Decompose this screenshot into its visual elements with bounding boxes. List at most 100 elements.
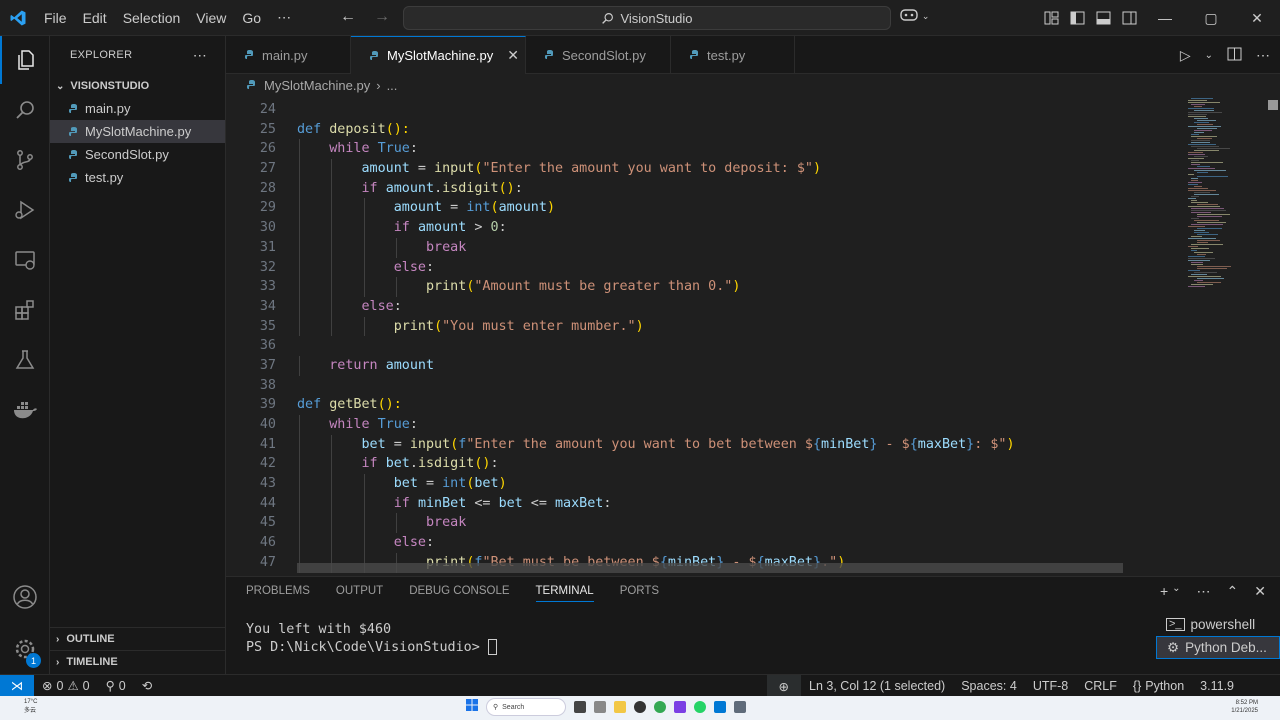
language-mode[interactable]: {} Python [1125,679,1192,693]
maximize-panel-icon[interactable]: ⌃ [1227,583,1239,600]
manage-gear-icon[interactable]: 1 [0,625,50,673]
close-window-button[interactable]: ✕ [1234,0,1280,36]
minimize-button[interactable]: — [1142,0,1188,36]
timeline-section[interactable]: › TIMELINE [50,650,226,673]
run-python-file-icon[interactable]: ▷ [1180,47,1191,64]
code-line[interactable]: break [297,513,1015,534]
indentation[interactable]: Spaces: 4 [953,679,1025,693]
code-line[interactable]: if minBet <= bet <= maxBet: [297,493,1015,514]
minimap[interactable] [1186,96,1266,576]
taskbar-search[interactable]: ⚲ Search [486,698,566,716]
menu-edit[interactable]: Edit [75,10,115,26]
code-line[interactable] [297,336,1015,356]
terminal-output[interactable]: You left with $460 PS D:\Nick\Code\Visio… [246,621,497,657]
search-icon[interactable] [0,86,50,134]
extensions-icon[interactable] [0,286,50,334]
code-line[interactable] [297,100,1015,120]
testing-icon[interactable] [0,336,50,384]
file-item[interactable]: MySlotMachine.py [50,120,225,143]
remote-indicator-icon[interactable]: ⋊ [0,674,34,697]
customize-layout-icon[interactable] [1038,11,1064,25]
code-editor[interactable]: 24 25 26 27 28 29 30 31 32 33 34 35 36 37 38 39 40 41 42 43… [226,96,1186,576]
toggle-sidebar-icon[interactable] [1064,11,1090,25]
code-line[interactable]: if amount.isdigit(): [297,178,1015,199]
code-line[interactable]: def getBet(): [297,395,1015,415]
horizontal-scrollbar[interactable] [297,563,1123,573]
end-of-line[interactable]: CRLF [1076,679,1125,693]
code-line[interactable]: bet = input(f"Enter the amount you want … [297,434,1015,455]
docker-icon[interactable] [0,386,50,434]
code-line[interactable]: while True: [297,415,1015,435]
code-line[interactable] [297,376,1015,396]
zoom-icon[interactable]: ⊕ [766,675,802,697]
code-line[interactable]: amount = input("Enter the amount you wan… [297,159,1015,179]
terminal-powershell[interactable]: >_ powershell [1156,613,1280,636]
close-tab-icon[interactable]: ✕ [507,47,519,64]
ports-status[interactable]: ⚲ 0 [98,678,134,694]
file-explorer-icon[interactable] [614,701,626,713]
code-lines[interactable]: def deposit(): while True: amount = inpu… [297,100,1015,573]
breadcrumb-symbol[interactable]: ... [387,78,398,93]
python-interpreter[interactable]: 3.11.9 [1192,679,1280,693]
code-line[interactable]: return amount [297,355,1015,376]
app-icon[interactable] [674,701,686,713]
tab-main-py[interactable]: main.py [226,36,351,74]
panel-tab-debug-console[interactable]: DEBUG CONSOLE [409,585,509,602]
menu-go[interactable]: Go [234,10,269,26]
vscode-taskbar-icon[interactable] [714,701,726,713]
code-line[interactable]: def deposit(): [297,120,1015,140]
system-clock[interactable]: 8:52 PM 1/21/2025 [1231,699,1258,715]
new-terminal-icon[interactable]: + [1160,583,1168,600]
problems-status[interactable]: ⊗ 0 ⚠ 0 [34,678,98,694]
code-line[interactable]: if amount > 0: [297,218,1015,238]
file-item[interactable]: main.py [50,97,225,120]
split-editor-icon[interactable] [1227,47,1242,64]
more-actions-icon[interactable]: ⋯ [193,47,207,64]
code-line[interactable]: break [297,237,1015,258]
app-icon[interactable] [734,701,746,713]
toggle-panel-icon[interactable] [1090,11,1116,25]
code-line[interactable]: print("Amount must be greater than 0.") [297,277,1015,297]
whatsapp-app-icon[interactable] [694,701,706,713]
remote-explorer-icon[interactable] [0,236,50,284]
code-line[interactable]: if bet.isdigit(): [297,454,1015,475]
chevron-down-icon[interactable]: ⌄ [1172,583,1180,600]
cursor-position[interactable]: Ln 3, Col 12 (1 selected) [801,679,953,693]
github-app-icon[interactable] [634,701,646,713]
accounts-icon[interactable] [0,573,50,621]
more-actions-icon[interactable]: ⋯ [1256,47,1270,64]
maximize-button[interactable]: ▢ [1188,0,1234,36]
toggle-secondary-sidebar-icon[interactable] [1116,11,1142,25]
menu-selection[interactable]: Selection [115,10,189,26]
debug-status-icon[interactable]: ⟲ [134,678,160,693]
panel-tab-problems[interactable]: PROBLEMS [246,585,310,602]
source-control-icon[interactable] [0,136,50,184]
panel-tab-terminal[interactable]: TERMINAL [535,585,594,602]
workspace-folder[interactable]: ⌄ VISIONSTUDIO [50,75,225,97]
explorer-icon[interactable] [0,36,50,84]
menu-view[interactable]: View [188,10,234,26]
encoding[interactable]: UTF-8 [1025,679,1076,693]
tab-secondslot-py[interactable]: SecondSlot.py [526,36,671,74]
terminal-python-debug[interactable]: ⚙ Python Deb... [1156,636,1280,659]
back-arrow-icon[interactable]: ← [340,8,356,26]
close-panel-icon[interactable]: ✕ [1254,583,1266,600]
vertical-scrollbar[interactable] [1266,96,1280,576]
run-and-debug-icon[interactable] [0,186,50,234]
task-view-icon[interactable] [574,701,586,713]
tab-test-py[interactable]: test.py [671,36,795,74]
command-center[interactable]: VisionStudio [403,6,891,30]
outline-section[interactable]: › OUTLINE [50,627,226,650]
windows-start-icon[interactable] [466,698,478,716]
code-line[interactable]: else: [297,296,1015,317]
settings-app-icon[interactable] [594,701,606,713]
tab-myslotmachine-py[interactable]: MySlotMachine.py ✕ [351,36,526,74]
code-line[interactable]: print("You must enter mumber.") [297,316,1015,337]
code-line[interactable]: else: [297,257,1015,278]
panel-tab-ports[interactable]: PORTS [620,585,659,602]
file-item[interactable]: test.py [50,166,225,189]
code-line[interactable]: while True: [297,139,1015,160]
menu-file[interactable]: File [36,10,75,26]
chevron-down-icon[interactable]: ⌄ [1205,50,1213,61]
code-line[interactable]: amount = int(amount) [297,198,1015,219]
